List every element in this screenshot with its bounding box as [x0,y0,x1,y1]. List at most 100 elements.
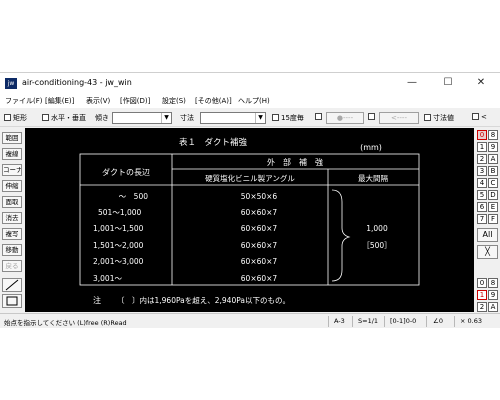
menu-draw[interactable]: [作図(D)] [120,96,150,106]
menu-help[interactable]: ヘルプ(H) [238,96,270,106]
row-angle: 60×60×7 [241,274,278,283]
drawing-unit: (mm) [360,143,382,152]
scale-readout[interactable]: S=1/1 [358,317,378,325]
circle-checkbox[interactable] [315,113,324,121]
layer-group-D-button[interactable]: D [488,190,498,200]
layer-group-F-button[interactable]: F [488,214,498,224]
rectangle-tool-button[interactable] [2,294,22,308]
layer-readout[interactable]: [0-1]0-0 [390,317,416,325]
paper-size[interactable]: A-3 [334,317,345,325]
layer-group-7-button[interactable]: 7 [477,214,487,224]
horiz-vert-checkbox[interactable]: 水平・垂直 [42,113,86,123]
dim-value-checkbox[interactable]: 寸法値 [424,113,454,123]
all-layers-button[interactable]: All [477,228,498,242]
menu-settings[interactable]: 設定(S) [162,96,186,106]
window-title: air-conditioning-43 - jw_win [22,78,132,87]
layer-group-3-button[interactable]: 3 [477,166,487,176]
line-icon [5,279,19,291]
menu-edit[interactable]: [編集(E)] [45,96,74,106]
layer-group-1-button[interactable]: 1 [477,142,487,152]
status-bar: 始点を指示してください (L)free (R)Read A-3 S=1/1 [0… [0,313,500,328]
tool-copy-button[interactable]: 複写 [2,228,22,240]
chevron-down-icon: ▼ [161,113,171,123]
tilt-combo[interactable]: ▼ [112,112,172,124]
circle-step-button[interactable]: ●---- [326,112,364,124]
layer-group-4-button[interactable]: 4 [477,178,487,188]
rect-label: 矩形 [13,114,27,122]
line-tool-button[interactable] [2,278,22,292]
layer-1-button[interactable]: 1 [477,290,487,300]
tool-offset-button[interactable]: 複線 [2,148,22,160]
menu-other[interactable]: [その他(A)] [195,96,232,106]
header-max-interval: 最大間隔 [358,173,388,183]
arrow-checkbox[interactable] [368,113,377,121]
layer-group-C-button[interactable]: C [488,178,498,188]
chevron-down-icon: ▼ [255,113,265,123]
tool-undo-button[interactable]: 戻る [2,260,22,272]
minimize-button[interactable]: — [397,75,427,91]
title-bar: jw air-conditioning-43 - jw_win — ☐ ✕ [0,73,500,93]
interval-paren: ［500］ [362,241,391,250]
row-angle: 50×50×6 [241,192,278,201]
row-range: 1,501～2,000 [93,241,144,250]
layer-0-button[interactable]: 0 [477,278,487,288]
arrow-step-button[interactable]: <---- [379,112,419,124]
drawing-canvas[interactable]: 表１ ダクト補強 (mm) ダクトの長辺 外 部 補 強 硬質塩化ビニル製アング… [25,128,474,312]
row-range: 3,001～ [93,274,122,283]
tool-chamfer-button[interactable]: 面取 [2,196,22,208]
app-window: jw air-conditioning-43 - jw_win — ☐ ✕ ファ… [0,72,500,328]
layer-palette: 0 8 1 9 2 A 3 B 4 C 5 D 6 E 7 F All ╳ 0 … [475,128,500,312]
row-angle: 60×60×7 [241,241,278,250]
layer-A-button[interactable]: A [488,302,498,312]
row-range: 501～1,000 [98,208,142,217]
drawing-svg: 表１ ダクト補強 (mm) ダクトの長辺 外 部 補 強 硬質塩化ビニル製アング… [79,137,420,305]
row-range: 1,001～1,500 [93,224,144,233]
note-text: 〔 〕内は1,960Paを超え、2,940Pa以下のもの。 [117,295,290,305]
rect-checkbox[interactable]: 矩形 [4,113,27,123]
dim-combo[interactable]: ▼ [200,112,266,124]
rectangle-icon [6,296,18,306]
layer-group-B-button[interactable]: B [488,166,498,176]
layer-9-button[interactable]: 9 [488,290,498,300]
row-angle: 60×60×7 [241,224,278,233]
header-side-length: ダクトの長辺 [102,167,150,177]
layer-group-E-button[interactable]: E [488,202,498,212]
last-label: < [481,113,487,121]
every15-label: 15度毎 [281,114,304,122]
layer-group-6-button[interactable]: 6 [477,202,487,212]
layer-group-2-button[interactable]: 2 [477,154,487,164]
tool-range-button[interactable]: 範囲 [2,132,22,144]
dim-value-label: 寸法値 [433,114,454,122]
zoom-readout[interactable]: × 0.63 [460,317,482,325]
status-message: 始点を指示してください (L)free (R)Read [4,319,127,327]
tool-move-button[interactable]: 移動 [2,244,22,256]
layer-group-5-button[interactable]: 5 [477,190,487,200]
row-range: 2,001～3,000 [93,257,144,266]
row-range: ～ 500 [119,192,149,201]
jw-app-icon: jw [5,78,17,89]
tool-corner-button[interactable]: コーナー [2,164,22,176]
layer-group-9-button[interactable]: 9 [488,142,498,152]
toolbar: 矩形 水平・垂直 傾き ▼ 寸法 ▼ 15度毎 ●---- <---- 寸法値 … [0,109,500,127]
cross-icon[interactable]: ╳ [477,245,498,259]
drawing-title: 表１ ダクト補強 [179,137,248,148]
header-angle: 硬質塩化ビニル製アングル [205,173,295,183]
close-button[interactable]: ✕ [466,75,496,91]
tilt-label: 傾き [95,114,109,122]
angle-readout[interactable]: ∠0 [433,317,443,325]
every15-checkbox[interactable]: 15度毎 [272,113,304,123]
menu-file[interactable]: ファイル(F) [5,96,43,106]
maximize-button[interactable]: ☐ [433,75,463,91]
menu-view[interactable]: 表示(V) [86,96,110,106]
layer-group-0-button[interactable]: 0 [477,130,487,140]
last-checkbox[interactable]: < [472,113,487,121]
tool-extend-button[interactable]: 伸縮 [2,180,22,192]
note-label: 注 [93,295,101,305]
layer-group-8-button[interactable]: 8 [488,130,498,140]
layer-2-button[interactable]: 2 [477,302,487,312]
menu-bar: ファイル(F) [編集(E)] 表示(V) [作図(D)] 設定(S) [その他… [0,93,500,108]
layer-group-A-button[interactable]: A [488,154,498,164]
layer-8-button[interactable]: 8 [488,278,498,288]
tool-erase-button[interactable]: 消去 [2,212,22,224]
header-reinforcement: 外 部 補 強 [267,157,323,167]
